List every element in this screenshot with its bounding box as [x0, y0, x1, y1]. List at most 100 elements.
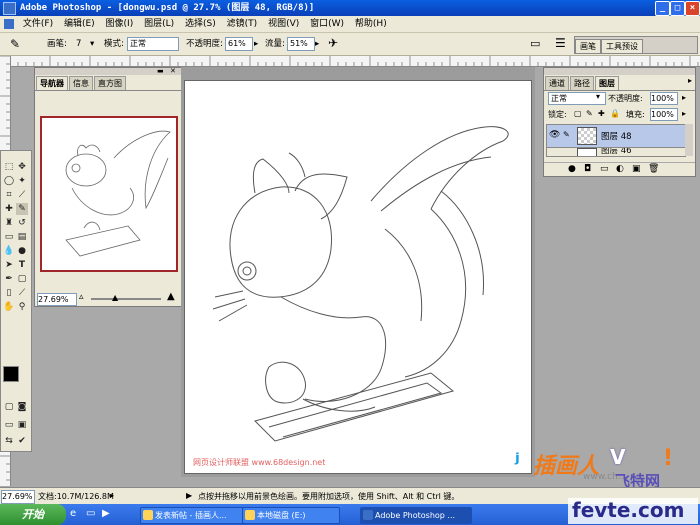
tab-paths[interactable]: 路径 [570, 76, 594, 90]
brush-size[interactable]: 7 [76, 38, 81, 50]
taskbar-item-browser[interactable]: 发表新帖 - 插画人... [140, 507, 252, 524]
tab-navigator[interactable]: 导航器 [36, 76, 68, 90]
layer-row[interactable]: 👁 ✎ 图层 48 [546, 124, 686, 148]
mode-select[interactable]: 正常 [127, 37, 179, 51]
panel-minimize-icon[interactable]: ▬ [157, 67, 164, 75]
brush-tool-icon[interactable]: ✎ [10, 37, 20, 51]
tab-channels[interactable]: 通道 [545, 76, 569, 90]
menu-edit[interactable]: 编辑(E) [60, 16, 99, 32]
clone-stamp-tool-icon[interactable]: ♜ [3, 217, 15, 229]
opacity-arrow-icon[interactable]: ▸ [254, 38, 258, 50]
palette-well-tab-tool-presets[interactable]: 工具预设 [601, 39, 643, 54]
lock-position-icon[interactable]: ✚ [598, 109, 605, 118]
eraser-tool-icon[interactable]: ▭ [3, 231, 15, 243]
blend-mode-arrow-icon[interactable]: ▾ [596, 92, 600, 101]
flow-field[interactable]: 51% [287, 37, 315, 51]
quicklaunch-media-icon[interactable]: ▶ [102, 508, 110, 519]
layer-visibility-eye-icon[interactable]: 👁 [549, 130, 560, 140]
menu-layer[interactable]: 图层(L) [140, 16, 178, 32]
crop-tool-icon[interactable]: ⌗ [3, 189, 15, 201]
standard-mode-icon[interactable]: ▢ [3, 401, 15, 413]
brush-tool-icon-toolbox[interactable]: ✎ [16, 203, 28, 215]
quick-mask-icon[interactable]: ◙ [16, 401, 28, 413]
navigator-zoom-field[interactable]: 27.69% [37, 293, 77, 306]
layers-scrollbar[interactable] [685, 124, 693, 156]
layer-row[interactable]: 图层 46 [546, 147, 686, 157]
menu-file[interactable]: 文件(F) [19, 16, 57, 32]
airbrush-icon[interactable]: ✈ [328, 36, 338, 50]
maximize-button[interactable]: □ [670, 1, 685, 16]
quicklaunch-desktop-icon[interactable]: ▭ [86, 508, 95, 519]
layer-set-icon[interactable]: ▭ [600, 164, 609, 174]
navigator-slider-handle[interactable]: ▲ [112, 293, 118, 302]
menu-view[interactable]: 视图(V) [264, 16, 303, 32]
menu-select[interactable]: 选择(S) [181, 16, 220, 32]
tab-info[interactable]: 信息 [69, 76, 93, 90]
navigator-zoom-slider[interactable] [91, 298, 161, 300]
minimize-button[interactable]: _ [655, 1, 670, 16]
pen-tool-icon[interactable]: ✒ [3, 273, 15, 285]
fill-field[interactable]: 100% [650, 108, 678, 121]
lasso-tool-icon[interactable]: ◯ [3, 175, 15, 187]
status-zoom-field[interactable]: 27.69% [1, 490, 35, 504]
menu-filter[interactable]: 滤镜(T) [223, 16, 262, 32]
brush-picker-arrow-icon[interactable]: ▾ [90, 38, 94, 50]
trash-icon[interactable]: 🗑 [648, 164, 659, 174]
marquee-tool-icon[interactable]: ⬚ [3, 161, 15, 173]
palette-well-icon[interactable]: ☰ [555, 36, 566, 50]
menu-window[interactable]: 窗口(W) [306, 16, 348, 32]
layers-panel-titlebar[interactable] [544, 68, 695, 75]
tab-layers[interactable]: 图层 [595, 76, 619, 90]
status-doc-size[interactable]: 文档:10.7M/126.8M [38, 491, 114, 502]
foreground-color-swatch[interactable] [3, 366, 19, 382]
magic-wand-tool-icon[interactable]: ✦ [16, 175, 28, 187]
layer-mask-icon[interactable]: ◘ [584, 164, 591, 174]
opacity-field[interactable]: 61% [225, 37, 253, 51]
layer-style-icon[interactable]: ● [568, 164, 576, 174]
history-brush-tool-icon[interactable]: ↺ [16, 217, 28, 229]
navigator-view-box[interactable] [40, 116, 178, 272]
screen-mode-icon[interactable]: ▭ [3, 419, 15, 431]
canvas[interactable]: 网页设计师联盟 www.68design.net [184, 80, 532, 474]
taskbar-item-photoshop[interactable]: Adobe Photoshop ... [360, 507, 472, 524]
path-selection-tool-icon[interactable]: ➤ [3, 259, 15, 271]
lock-all-icon[interactable]: 🔒 [610, 109, 620, 118]
photoshop-menu-icon[interactable] [4, 19, 14, 29]
slice-tool-icon[interactable]: ⟋ [16, 189, 28, 201]
layer-opacity-arrow-icon[interactable]: ▸ [682, 93, 686, 102]
eyedropper-tool-icon[interactable]: ⟋ [16, 287, 28, 299]
start-button[interactable]: 开始 [0, 504, 66, 525]
healing-brush-tool-icon[interactable]: ✚ [3, 203, 15, 215]
fill-arrow-icon[interactable]: ▸ [682, 109, 686, 118]
flow-arrow-icon[interactable]: ▸ [315, 38, 319, 50]
checkmark-icon[interactable]: ✔ [16, 435, 28, 447]
imageready-jump-icon[interactable]: ⇆ [3, 435, 15, 447]
menu-help[interactable]: 帮助(H) [351, 16, 391, 32]
zoom-out-icon[interactable]: ▵ [79, 292, 84, 302]
lock-transparency-icon[interactable]: ▢ [574, 109, 582, 118]
lock-image-icon[interactable]: ✎ [586, 109, 593, 118]
palette-well-tab-brushes[interactable]: 画笔 [575, 39, 601, 54]
new-layer-icon[interactable]: ▣ [632, 164, 641, 174]
adjustment-layer-icon[interactable]: ◐ [616, 164, 624, 174]
dodge-tool-icon[interactable]: ● [16, 245, 28, 257]
zoom-in-icon[interactable]: ▲ [167, 291, 175, 302]
hand-tool-icon[interactable]: ✋ [3, 301, 15, 313]
blur-tool-icon[interactable]: 💧 [3, 245, 15, 257]
status-doc-arrow-icon[interactable]: ▸ [110, 491, 114, 500]
quicklaunch-ie-icon[interactable]: e [70, 508, 76, 519]
gradient-tool-icon[interactable]: ▤ [16, 231, 28, 243]
layers-menu-arrow-icon[interactable]: ▸ [688, 76, 692, 85]
file-browser-icon[interactable]: ▭ [530, 37, 540, 50]
type-tool-icon[interactable]: T [16, 259, 28, 271]
menu-image[interactable]: 图像(I) [102, 16, 138, 32]
taskbar-item-explorer[interactable]: 本地磁盘 (E:) [242, 507, 340, 524]
full-screen-icon[interactable]: ▣ [16, 419, 28, 431]
shape-tool-icon[interactable]: ▢ [16, 273, 28, 285]
layer-opacity-field[interactable]: 100% [650, 92, 678, 105]
panel-close-icon[interactable]: ✕ [170, 67, 176, 75]
notes-tool-icon[interactable]: ▯ [3, 287, 15, 299]
zoom-tool-icon[interactable]: ⚲ [16, 301, 28, 313]
tab-histogram[interactable]: 直方图 [94, 76, 126, 90]
move-tool-icon[interactable]: ✥ [16, 161, 28, 173]
